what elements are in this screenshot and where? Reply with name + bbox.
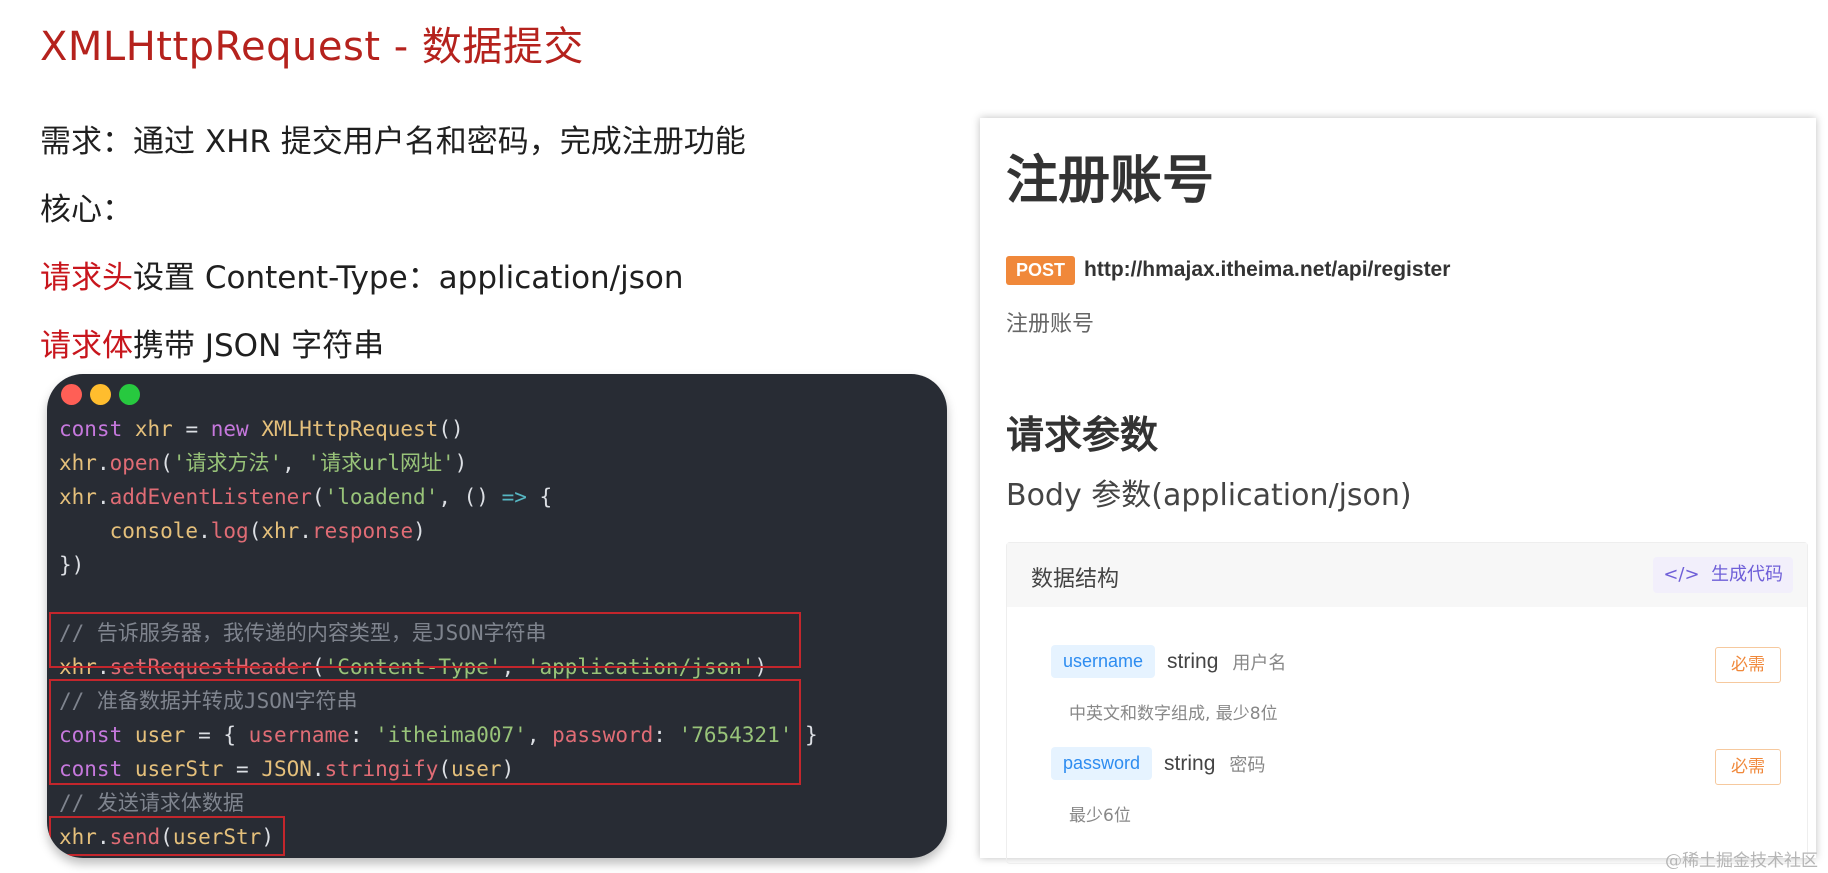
code-token: , () — [438, 485, 502, 509]
code-line: xhr.addEventListener('loadend', () => { — [59, 480, 818, 514]
code-token: 'loadend' — [324, 485, 439, 509]
minimize-dot-icon — [90, 384, 111, 405]
requirement-text: 需求：通过 XHR 提交用户名和密码，完成注册功能 — [40, 124, 746, 160]
body-params-label: Body 参数(application/json) — [1006, 478, 1412, 513]
param-desc: 中英文和数字组成, 最少8位 — [1069, 704, 1278, 724]
doc-description: 注册账号 — [1006, 312, 1095, 337]
core-label: 核心： — [40, 192, 133, 228]
code-token: XMLHttpRequest — [261, 417, 439, 441]
code-line: const xhr = new XMLHttpRequest() — [59, 412, 818, 446]
api-doc-panel: 注册账号 POST http://hmajax.itheima.net/api/… — [980, 118, 1816, 864]
data-structure-box: 数据结构 </> 生成代码 username string 用户名 中英文和数字组成… — [1006, 542, 1808, 864]
code-token: = — [172, 417, 211, 441]
code-token: ( — [311, 485, 325, 509]
code-token: ) — [413, 519, 426, 543]
code-token: ( — [160, 451, 173, 475]
doc-title: 注册账号 — [1006, 151, 1215, 211]
code-token: xhr — [59, 485, 97, 509]
param-note: 用户名 — [1232, 652, 1287, 674]
code-token: => — [501, 485, 527, 509]
param-name: username — [1051, 645, 1156, 678]
highlight-box-send — [49, 816, 285, 856]
param-type: string — [1164, 751, 1216, 775]
code-token: ( — [248, 519, 262, 543]
code-window: const xhr = new XMLHttpRequest() xhr.open… — [47, 374, 947, 858]
code-token: xhr — [134, 417, 173, 441]
code-icon: </> — [1663, 564, 1700, 585]
body-note: 请求体携带 JSON 字符串 — [40, 320, 384, 365]
param-row: password string 密码 — [1051, 747, 1265, 780]
code-token: . — [96, 485, 110, 509]
code-token: ) — [454, 451, 468, 475]
generate-code-label: 生成代码 — [1711, 564, 1783, 585]
structure-label: 数据结构 — [1031, 567, 1120, 592]
generate-code-button[interactable]: </> 生成代码 — [1653, 557, 1793, 593]
param-desc: 最少6位 — [1069, 806, 1131, 826]
code-token: . — [198, 519, 211, 543]
structure-header: 数据结构 </> 生成代码 — [1007, 543, 1807, 607]
param-type: string — [1167, 649, 1219, 673]
code-token: { — [526, 485, 553, 509]
code-line: console.log(xhr.response) — [59, 514, 818, 548]
code-token: // 发送请求体数据 — [59, 791, 244, 815]
code-token: addEventListener — [109, 485, 312, 509]
highlight-box-body — [49, 679, 801, 785]
slide-title: XMLHttpRequest - 数据提交 — [40, 24, 584, 70]
close-dot-icon — [61, 384, 82, 405]
code-token: log — [210, 519, 249, 543]
code-token: open — [109, 451, 161, 475]
required-badge: 必需 — [1715, 647, 1781, 683]
code-token: const — [59, 417, 135, 441]
maximize-dot-icon — [119, 384, 140, 405]
required-badge: 必需 — [1715, 749, 1781, 785]
body-highlight: 请求体 — [40, 328, 133, 364]
api-url[interactable]: http://hmajax.itheima.net/api/register — [1084, 258, 1450, 282]
section-title: 请求参数 — [1006, 413, 1159, 457]
code-token: '请求url网址' — [307, 451, 455, 475]
param-name: password — [1051, 747, 1153, 780]
code-token: }) — [59, 553, 85, 577]
param-note: 密码 — [1229, 754, 1266, 776]
code-token: console — [109, 519, 199, 543]
method-badge: POST — [1006, 256, 1076, 285]
code-token: new — [210, 417, 262, 441]
code-token: () — [438, 417, 464, 441]
window-controls — [61, 384, 140, 405]
code-token: '请求方法' — [172, 451, 283, 475]
code-line: }) — [59, 548, 818, 582]
code-line: // 发送请求体数据 — [59, 786, 818, 820]
highlight-box-header — [49, 612, 801, 668]
code-token: , — [282, 451, 308, 475]
body-rest: 携带 JSON 字符串 — [133, 328, 385, 364]
header-highlight: 请求头 — [40, 260, 133, 296]
code-token: response — [311, 519, 414, 543]
param-row: username string 用户名 — [1051, 645, 1286, 678]
code-line: xhr.open('请求方法', '请求url网址') — [59, 446, 818, 480]
watermark: @稀土掘金技术社区 — [1665, 851, 1818, 871]
code-token: xhr — [59, 451, 97, 475]
code-token: xhr — [261, 519, 300, 543]
header-rest: 设置 Content-Type：application/json — [133, 260, 684, 296]
header-note: 请求头设置 Content-Type：application/json — [40, 252, 684, 297]
code-token: . — [96, 451, 110, 475]
code-token: . — [299, 519, 312, 543]
